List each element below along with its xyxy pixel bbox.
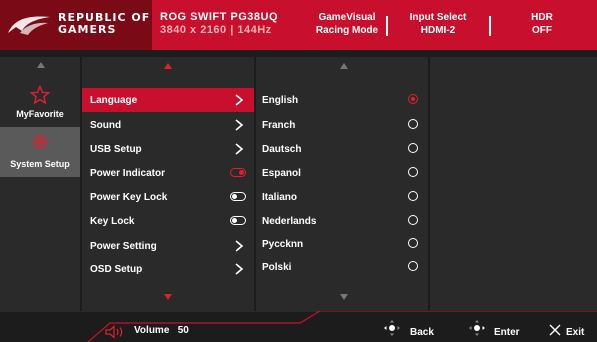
option-pyccknn[interactable]: Pyccknn — [256, 232, 428, 256]
gear-icon — [32, 134, 48, 150]
menu-scroll-up-icon[interactable] — [164, 63, 172, 69]
menu-item-power-setting[interactable]: Power Setting — [82, 234, 254, 258]
menu-item-sound[interactable]: Sound — [82, 113, 254, 137]
radio-icon[interactable] — [408, 167, 418, 177]
brand-name: REPUBLIC OF GAMERS — [58, 12, 150, 36]
chevron-right-icon — [235, 143, 244, 155]
speaker-volume-icon — [105, 325, 123, 339]
scroll-up-arrow-icon[interactable] — [37, 62, 45, 68]
menu-item-label: USB Setup — [90, 144, 142, 155]
radio-icon[interactable] — [408, 143, 418, 153]
option-label: Nederlands — [262, 216, 317, 227]
menu-item-label: Sound — [90, 120, 122, 131]
menu-item-language[interactable]: Language — [82, 88, 254, 112]
option-label: Dautsch — [262, 144, 302, 155]
category-label: MyFavorite — [16, 109, 64, 119]
menu-item-power-indicator[interactable]: Power Indicator — [82, 161, 254, 185]
menu-item-usb-setup[interactable]: USB Setup — [82, 137, 254, 161]
menu-item-power-key-lock[interactable]: Power Key Lock — [82, 185, 254, 209]
option-label: Polski — [262, 262, 292, 273]
hdr-title: HDR — [531, 12, 553, 23]
toggle-off-icon[interactable] — [230, 192, 246, 201]
volume-indicator[interactable]: Volume 50 — [134, 325, 189, 336]
radio-icon[interactable] — [408, 261, 418, 271]
header-divider — [386, 16, 388, 36]
monitor-osd: REPUBLIC OF GAMERS ROG SWIFT PG38UQ 3840… — [0, 0, 597, 342]
chevron-right-icon — [235, 263, 244, 275]
gamevisual-status: GameVisual Racing Mode — [302, 11, 392, 37]
osd-header: REPUBLIC OF GAMERS ROG SWIFT PG38UQ 3840… — [0, 0, 597, 50]
dpad-left-right-icon — [384, 320, 400, 336]
radio-icon[interactable] — [408, 238, 418, 248]
input-select-title: Input Select — [409, 12, 467, 23]
menu-scroll-down-icon[interactable] — [164, 294, 172, 300]
toggle-on-icon[interactable] — [230, 168, 246, 177]
option-english[interactable]: English — [256, 88, 428, 112]
category-column: MyFavorite System Setup — [0, 57, 80, 330]
options-scroll-down-icon[interactable] — [340, 294, 348, 300]
toggle-off-icon[interactable] — [230, 216, 246, 225]
menu-item-osd-setup[interactable]: OSD Setup — [82, 257, 254, 281]
chevron-right-icon — [235, 94, 244, 106]
option-italiano[interactable]: Italiano — [256, 185, 428, 209]
chevron-right-icon — [235, 240, 244, 252]
rog-logo-icon — [8, 16, 50, 35]
radio-icon[interactable] — [408, 191, 418, 201]
osd-footer: Volume 50 Back Enter Exit — [0, 311, 597, 342]
header-divider — [489, 16, 491, 36]
menu-column: Language Sound USB Setup Power Indicator… — [82, 57, 254, 311]
category-system-setup[interactable]: System Setup — [0, 127, 80, 177]
close-icon — [549, 324, 561, 336]
gamevisual-value: Racing Mode — [315, 25, 379, 36]
menu-item-label: Power Setting — [90, 241, 157, 252]
model-resolution: 3840 x 2160 | 144Hz — [160, 24, 272, 36]
star-icon — [30, 85, 50, 105]
menu-item-key-lock[interactable]: Key Lock — [82, 209, 254, 233]
option-franch[interactable]: Franch — [256, 113, 428, 137]
menu-item-label: Key Lock — [90, 216, 135, 227]
radio-selected-icon[interactable] — [408, 94, 418, 104]
menu-item-label: Language — [90, 95, 138, 106]
model-info: ROG SWIFT PG38UQ 3840 x 2160 | 144Hz — [160, 11, 278, 37]
back-button[interactable]: Back — [410, 327, 434, 338]
menu-item-label: Power Key Lock — [90, 192, 168, 203]
volume-value: 50 — [177, 325, 189, 336]
exit-button[interactable]: Exit — [566, 327, 584, 338]
option-espanol[interactable]: Espanol — [256, 161, 428, 185]
option-nederlands[interactable]: Nederlands — [256, 209, 428, 233]
brand-area: REPUBLIC OF GAMERS — [0, 0, 152, 50]
radio-icon[interactable] — [408, 215, 418, 225]
option-label: Franch — [262, 120, 296, 131]
option-label: Espanol — [262, 168, 301, 179]
volume-label: Volume — [134, 325, 170, 336]
option-dautsch[interactable]: Dautsch — [256, 137, 428, 161]
hdr-value: OFF — [532, 25, 552, 36]
radio-icon[interactable] — [408, 119, 418, 129]
menu-item-label: OSD Setup — [90, 264, 143, 275]
option-polski[interactable]: Polski — [256, 255, 428, 279]
option-label: Pyccknn — [262, 239, 304, 250]
options-scroll-up-icon[interactable] — [340, 63, 348, 69]
category-label: System Setup — [10, 159, 70, 169]
input-select-value: HDMI-2 — [420, 25, 456, 36]
menu-item-label: Power Indicator — [90, 168, 166, 179]
enter-button[interactable]: Enter — [494, 327, 520, 338]
option-label: English — [262, 95, 299, 106]
brand-line-2: GAMERS — [58, 23, 117, 36]
model-name: ROG SWIFT PG38UQ — [160, 11, 279, 23]
option-label: Italiano — [262, 192, 298, 203]
gamevisual-title: GameVisual — [318, 12, 376, 23]
dpad-center-icon — [469, 320, 485, 336]
input-select-status: Input Select HDMI-2 — [398, 11, 478, 37]
preview-panel — [430, 57, 597, 311]
chevron-right-icon — [235, 119, 244, 131]
hdr-status: HDR OFF — [512, 11, 572, 37]
options-column: English Franch Dautsch Espanol Italiano … — [256, 57, 428, 311]
